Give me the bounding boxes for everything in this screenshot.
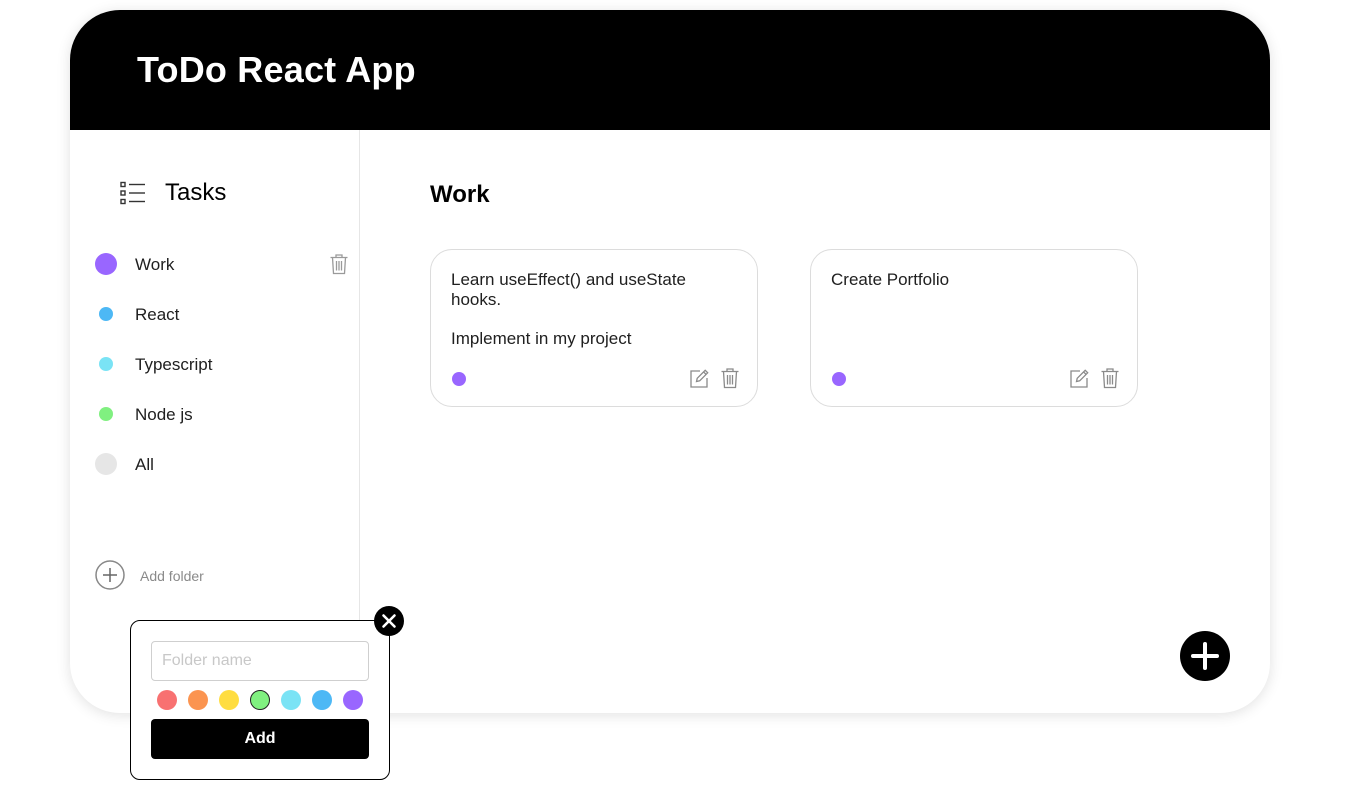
folder-color-dot (95, 253, 117, 275)
color-swatch-yellow[interactable] (219, 690, 239, 710)
folder-color-dot (99, 357, 113, 371)
folder-label: Node js (135, 405, 193, 424)
close-icon (382, 614, 396, 628)
folder-color-dot (99, 407, 113, 421)
color-swatch-red[interactable] (157, 690, 177, 710)
tasks-title: Tasks (165, 179, 227, 206)
task-line: Create Portfolio (831, 270, 950, 289)
folder-label: React (135, 305, 180, 324)
task-line: Learn useEffect() and useState hooks. (451, 270, 687, 309)
folder-color-dot (99, 307, 113, 321)
add-folder-label: Add folder (140, 568, 204, 584)
list-icon (120, 181, 146, 210)
close-popup-button[interactable] (374, 606, 404, 636)
sidebar-item-work[interactable]: Work (95, 249, 355, 279)
task-text: Learn useEffect() and useState hooks. Im… (451, 270, 736, 368)
folder-label: Work (135, 255, 175, 274)
trash-icon[interactable] (1100, 367, 1120, 394)
task-panel: Work Learn useEffect() and useState hook… (360, 130, 1270, 713)
trash-icon[interactable] (329, 253, 349, 280)
color-swatch-orange[interactable] (188, 690, 208, 710)
plus-icon (1191, 642, 1219, 670)
folder-title: Work (430, 181, 490, 208)
folder-name-input[interactable] (151, 641, 369, 681)
app-window: ToDo React App Tasks Work React Typescri… (70, 10, 1270, 713)
trash-icon[interactable] (720, 367, 740, 394)
app-header: ToDo React App (70, 10, 1270, 130)
plus-circle-icon (95, 560, 125, 595)
app-title: ToDo React App (137, 49, 416, 90)
color-swatch-purple[interactable] (343, 690, 363, 710)
sidebar-item-all[interactable]: All (95, 449, 355, 479)
task-line: Implement in my project (451, 329, 632, 348)
task-card: Learn useEffect() and useState hooks. Im… (430, 249, 758, 407)
add-folder-submit-button[interactable]: Add (151, 719, 369, 759)
folder-label: Typescript (135, 355, 213, 374)
add-folder-popup: Add (130, 620, 390, 780)
edit-icon[interactable] (688, 368, 710, 395)
task-text: Create Portfolio (831, 270, 1116, 309)
task-card: Create Portfolio (810, 249, 1138, 407)
sidebar-item-typescript[interactable]: Typescript (95, 349, 355, 379)
add-task-button[interactable] (1180, 631, 1230, 681)
sidebar-item-react[interactable]: React (95, 299, 355, 329)
color-swatch-blue[interactable] (312, 690, 332, 710)
folder-color-dot (95, 453, 117, 475)
folder-label: All (135, 455, 154, 474)
color-swatch-cyan[interactable] (281, 690, 301, 710)
sidebar-item-node-js[interactable]: Node js (95, 399, 355, 429)
add-folder-button[interactable]: Add folder (95, 560, 275, 590)
color-swatch-green[interactable] (250, 690, 270, 710)
task-color-dot (832, 372, 846, 386)
edit-icon[interactable] (1068, 368, 1090, 395)
task-color-dot (452, 372, 466, 386)
